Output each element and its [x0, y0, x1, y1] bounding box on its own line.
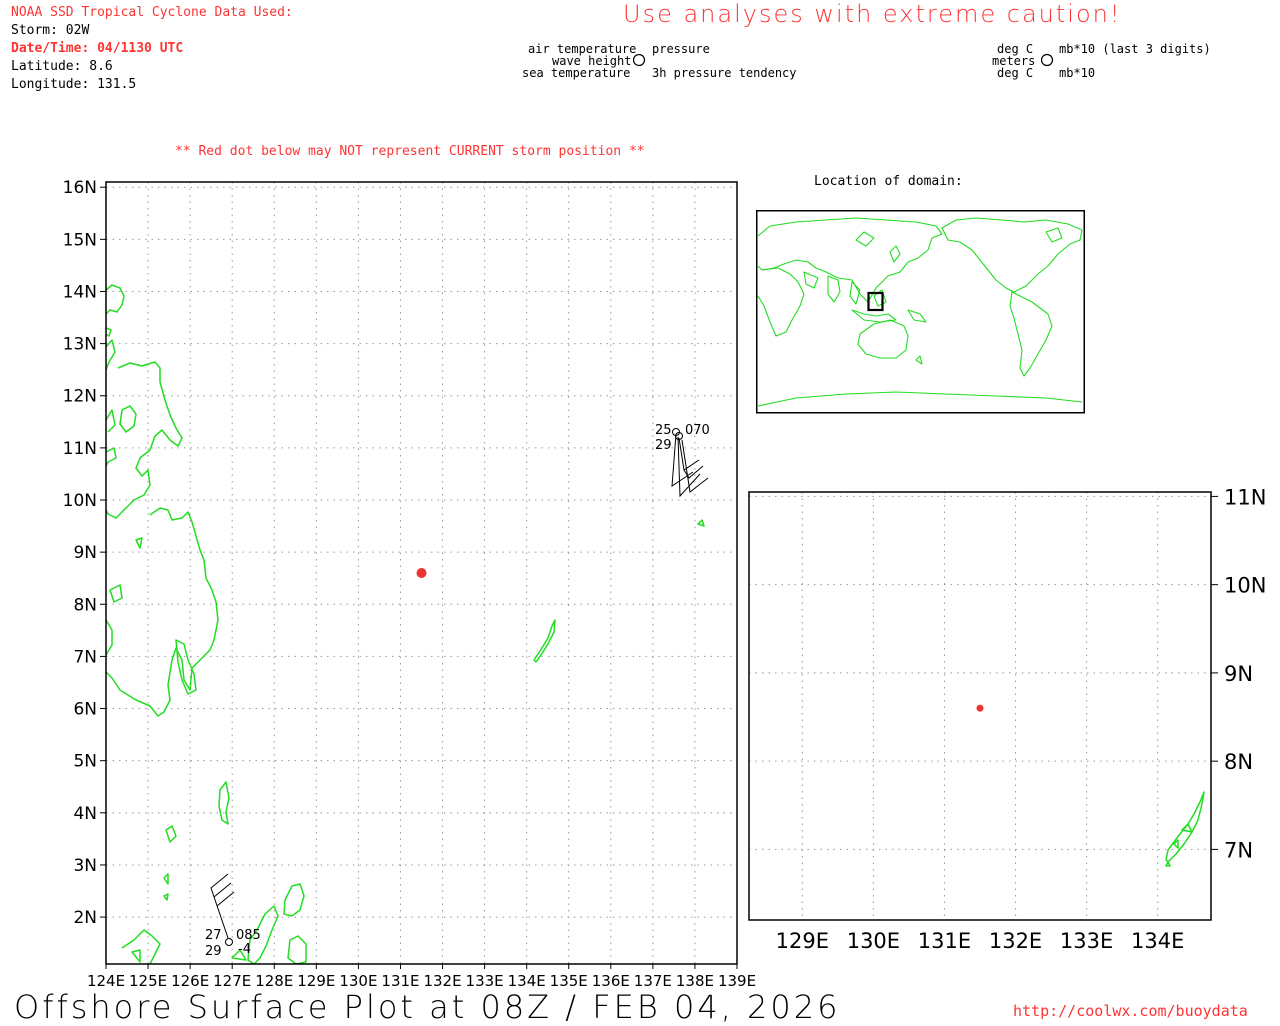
zoom-map-axis-ticks: [1211, 495, 1218, 850]
main-lat-label: 4N: [73, 804, 97, 824]
zoom-lat-label: 7N: [1224, 838, 1253, 862]
station-ne-sea-temp: 29: [655, 438, 672, 453]
main-map-axis-ticks: [100, 186, 738, 969]
main-map-axis-labels: 124E 125E 126E 127E 128E 129E 130E 131E 132E 133E…: [63, 178, 756, 990]
main-lat-label: 16N: [63, 178, 97, 198]
legend-mb-top: mb*10 (last 3 digits): [1059, 42, 1211, 56]
main-lat-label: 13N: [63, 335, 97, 355]
main-lat-label: 2N: [73, 908, 97, 928]
station-sw-air-temp: 27: [205, 928, 222, 943]
main-lat-label: 8N: [73, 595, 97, 615]
station-sw-tendency: -4: [238, 942, 251, 957]
source-url-link[interactable]: http://coolwx.com/buoydata: [1013, 1002, 1248, 1020]
zoom-storm-position-marker[interactable]: [976, 704, 984, 712]
zoom-lat-label: 8N: [1224, 750, 1253, 774]
world-inset-map[interactable]: [756, 210, 1086, 415]
main-lat-label: 3N: [73, 856, 97, 876]
inset-title: Location of domain:: [814, 174, 963, 189]
zoom-map-coastlines: [1165, 791, 1205, 867]
station-ne-pressure: 070: [685, 423, 710, 438]
station-circle-icon: [1040, 53, 1054, 67]
zoom-map-axis-labels: 129E 130E 131E 132E 133E 134E 11N 10N 9N 8N 7N: [776, 485, 1267, 953]
station-sw-sea-temp: 29: [205, 944, 222, 959]
zoom-lon-label: 129E: [776, 929, 829, 953]
zoom-lon-label: 131E: [918, 929, 971, 953]
station-sw-pressure: 085: [236, 928, 261, 943]
station-ne-air-temp: 25: [655, 423, 672, 438]
zoom-lon-label: 132E: [989, 929, 1042, 953]
plot-title: Offshore Surface Plot at 08Z / FEB 04, 2…: [14, 988, 841, 1026]
main-map-coastlines: [106, 284, 705, 964]
main-lat-label: 7N: [73, 647, 97, 667]
zoom-lon-label: 130E: [847, 929, 900, 953]
storm-position-marker[interactable]: [416, 568, 427, 578]
main-map[interactable]: 124E 125E 126E 127E 128E 129E 130E 131E 132E 133E…: [0, 0, 760, 1000]
legend-deg-c-bottom: deg C: [997, 66, 1034, 80]
zoom-map[interactable]: 129E 130E 131E 132E 133E 134E 11N 10N 9N 8N 7N: [740, 484, 1280, 984]
buoy-station-sw[interactable]: 27 085 29 -4: [205, 873, 261, 959]
zoom-lat-label: 11N: [1224, 485, 1266, 509]
world-inset-frame: [756, 210, 1085, 414]
zoom-lat-label: 9N: [1224, 662, 1253, 686]
zoom-lat-label: 10N: [1224, 574, 1266, 598]
main-lat-label: 6N: [73, 700, 97, 720]
main-lat-label: 11N: [63, 439, 97, 459]
main-lat-label: 14N: [63, 282, 97, 302]
main-lat-label: 10N: [63, 491, 97, 511]
main-lat-label: 9N: [73, 543, 97, 563]
buoy-station-ne[interactable]: 25 070 29: [655, 423, 710, 498]
zoom-lon-label: 134E: [1131, 929, 1184, 953]
main-lat-label: 5N: [73, 752, 97, 772]
main-lat-label: 12N: [63, 387, 97, 407]
legend-mb-bottom: mb*10: [1059, 66, 1096, 80]
zoom-lon-label: 133E: [1060, 929, 1113, 953]
main-lat-label: 15N: [63, 230, 97, 250]
